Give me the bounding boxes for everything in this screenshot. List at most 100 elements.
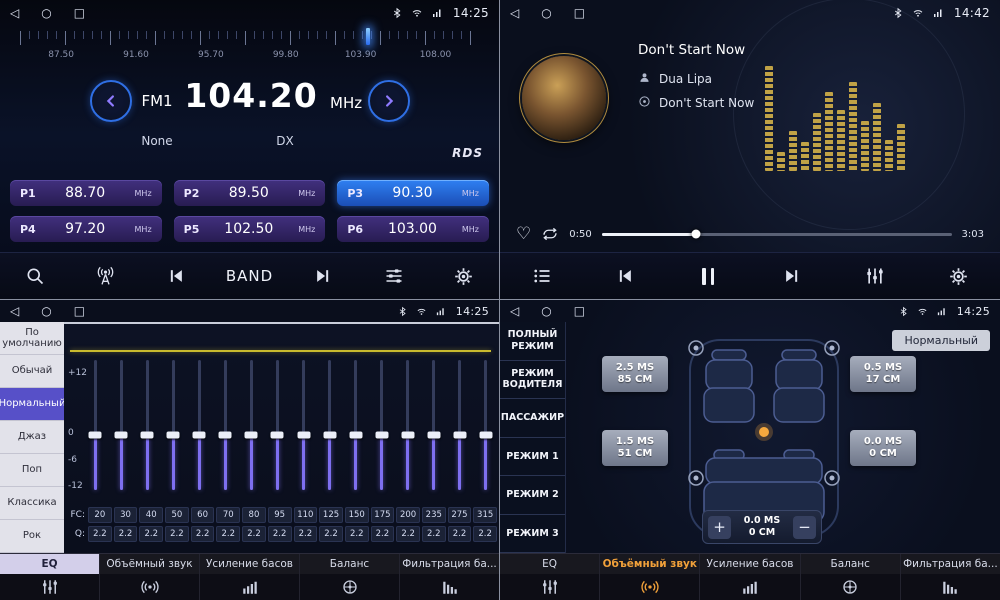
playlist-icon[interactable] [522, 261, 562, 291]
preset-button-p4[interactable]: P4 97.20 MHz [10, 216, 162, 242]
previous-track-icon[interactable] [605, 261, 645, 291]
home-icon[interactable]: ○ [41, 305, 51, 317]
home-icon[interactable]: ○ [541, 305, 551, 317]
sound-profile-button[interactable]: Нормальный [892, 330, 990, 351]
slider-knob[interactable] [115, 432, 128, 439]
eq-preset-classic[interactable]: Классика [0, 487, 64, 520]
recents-icon[interactable]: □ [74, 7, 85, 19]
seek-down-button[interactable] [90, 80, 132, 122]
eq-preset-pop[interactable]: Поп [0, 454, 64, 487]
delay-front-left[interactable]: 2.5 MS 85 CM [602, 356, 668, 392]
next-track-icon[interactable] [772, 261, 812, 291]
eq-band-slider[interactable] [453, 360, 467, 492]
previous-track-icon[interactable] [156, 261, 196, 291]
seek-bar[interactable] [602, 233, 952, 236]
tab-filter[interactable]: Фильтрация ба... [901, 554, 1000, 600]
band-button[interactable]: BAND [226, 267, 273, 285]
next-track-icon[interactable] [303, 261, 343, 291]
slider-knob[interactable] [245, 432, 258, 439]
player-progress-knob[interactable] [692, 230, 701, 239]
mode-2[interactable]: РЕЖИМ 2 [500, 476, 565, 515]
slider-knob[interactable] [297, 432, 310, 439]
preset-button-p3[interactable]: P3 90.30 MHz [337, 180, 489, 206]
eq-band-slider[interactable] [427, 360, 441, 492]
eq-preset-default[interactable]: По умолчанию [0, 322, 64, 355]
eq-preset-custom[interactable]: Обычай [0, 355, 64, 388]
eq-band-slider[interactable] [375, 360, 389, 492]
mode-3[interactable]: РЕЖИМ 3 [500, 515, 565, 554]
home-icon[interactable]: ○ [41, 7, 51, 19]
delay-plus-button[interactable]: + [708, 516, 731, 539]
eq-band-slider[interactable] [479, 360, 493, 492]
eq-band-slider[interactable] [401, 360, 415, 492]
eq-band-slider[interactable] [218, 360, 232, 492]
slider-knob[interactable] [401, 432, 414, 439]
mode-full[interactable]: ПОЛНЫЙ РЕЖИМ [500, 322, 565, 361]
tab-eq[interactable]: EQ [0, 554, 100, 600]
slider-knob[interactable] [219, 432, 232, 439]
delay-rear-left[interactable]: 1.5 MS 51 CM [602, 430, 668, 466]
eq-band-slider[interactable] [323, 360, 337, 492]
preset-button-p5[interactable]: P5 102.50 MHz [174, 216, 326, 242]
pause-icon[interactable] [688, 261, 728, 291]
mode-passenger[interactable]: ПАССАЖИР [500, 399, 565, 438]
slider-knob[interactable] [479, 432, 492, 439]
tab-balance[interactable]: Баланс [801, 554, 901, 600]
seek-up-button[interactable] [368, 80, 410, 122]
back-icon[interactable]: ◁ [510, 7, 519, 19]
slider-knob[interactable] [141, 432, 154, 439]
eq-band-slider[interactable] [166, 360, 180, 492]
delay-minus-button[interactable]: − [793, 516, 816, 539]
back-icon[interactable]: ◁ [10, 305, 19, 317]
tab-bass-boost[interactable]: Усиление басов [700, 554, 800, 600]
slider-knob[interactable] [193, 432, 206, 439]
mode-driver[interactable]: РЕЖИМ ВОДИТЕЛЯ [500, 361, 565, 400]
settings-gear-icon[interactable] [444, 261, 484, 291]
preset-button-p1[interactable]: P1 88.70 MHz [10, 180, 162, 206]
eq-preset-jazz[interactable]: Джаз [0, 421, 64, 454]
recents-icon[interactable]: □ [574, 7, 585, 19]
delay-rear-right[interactable]: 0.0 MS 0 CM [850, 430, 916, 466]
slider-knob[interactable] [323, 432, 336, 439]
slider-knob[interactable] [89, 432, 102, 439]
slider-knob[interactable] [427, 432, 440, 439]
slider-knob[interactable] [349, 432, 362, 439]
delay-front-right[interactable]: 0.5 MS 17 CM [850, 356, 916, 392]
tab-surround[interactable]: Объёмный звук [600, 554, 700, 600]
eq-band-slider[interactable] [140, 360, 154, 492]
tune-sliders-icon[interactable] [374, 261, 414, 291]
tab-filter[interactable]: Фильтрация ба... [400, 554, 499, 600]
recents-icon[interactable]: □ [74, 305, 85, 317]
eq-band-slider[interactable] [114, 360, 128, 492]
back-icon[interactable]: ◁ [10, 7, 19, 19]
equalizer-icon[interactable] [855, 261, 895, 291]
slider-knob[interactable] [271, 432, 284, 439]
eq-band-slider[interactable] [88, 360, 102, 492]
back-icon[interactable]: ◁ [510, 305, 519, 317]
mode-1[interactable]: РЕЖИМ 1 [500, 438, 565, 477]
tab-eq[interactable]: EQ [500, 554, 600, 600]
eq-band-slider[interactable] [297, 360, 311, 492]
slider-knob[interactable] [375, 432, 388, 439]
search-icon[interactable] [15, 261, 55, 291]
preset-button-p6[interactable]: P6 103.00 MHz [337, 216, 489, 242]
tab-balance[interactable]: Баланс [300, 554, 400, 600]
settings-gear-icon[interactable] [938, 261, 978, 291]
recents-icon[interactable]: □ [574, 305, 585, 317]
frequency-ruler[interactable]: 87.50 91.60 95.70 99.80 103.90 108.00 [8, 28, 491, 74]
repeat-icon[interactable] [541, 225, 559, 243]
eq-band-slider[interactable] [349, 360, 363, 492]
preset-button-p2[interactable]: P2 89.50 MHz [174, 180, 326, 206]
eq-preset-normal[interactable]: Нормальный [0, 388, 64, 421]
tab-surround[interactable]: Объёмный звук [100, 554, 200, 600]
eq-band-slider[interactable] [192, 360, 206, 492]
favorite-icon[interactable]: ♡ [516, 224, 531, 244]
tab-bass-boost[interactable]: Усиление басов [200, 554, 300, 600]
broadcast-icon[interactable] [85, 261, 125, 291]
eq-preset-rock[interactable]: Рок [0, 520, 64, 553]
slider-knob[interactable] [453, 432, 466, 439]
eq-band-slider[interactable] [270, 360, 284, 492]
eq-band-slider[interactable] [244, 360, 258, 492]
home-icon[interactable]: ○ [541, 7, 551, 19]
slider-knob[interactable] [167, 432, 180, 439]
